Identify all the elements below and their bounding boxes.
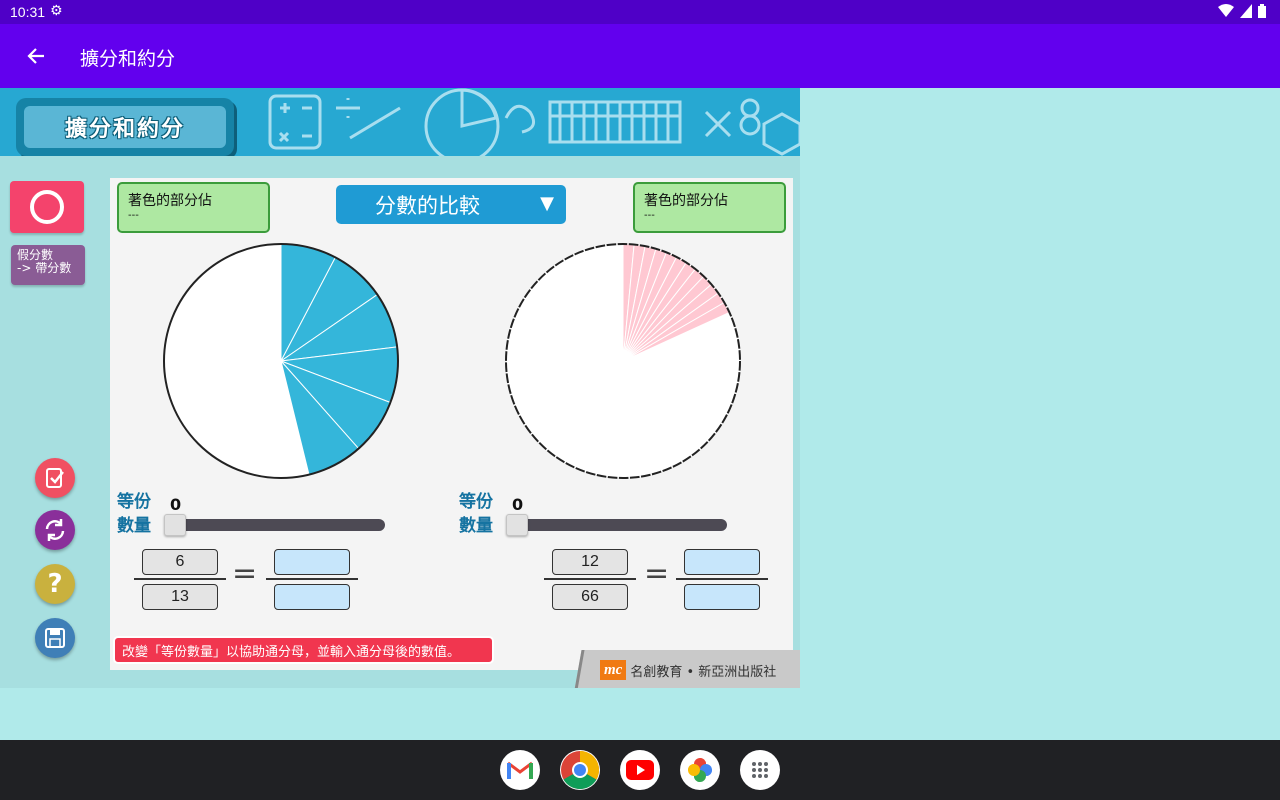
- youtube-icon[interactable]: [620, 750, 660, 790]
- right-parts-slider[interactable]: [510, 519, 727, 531]
- hint-message: 改變「等份數量」以協助通分母，並輸入通分母後的數值。: [113, 636, 494, 664]
- circle-mode-button[interactable]: [10, 181, 84, 233]
- left-new-numerator-input[interactable]: [274, 549, 350, 575]
- check-button[interactable]: [35, 458, 75, 498]
- chrome-icon[interactable]: [560, 750, 600, 790]
- left-estimate-label: 著色的部分佔: [128, 193, 212, 209]
- left-new-denominator-input[interactable]: [274, 584, 350, 610]
- activity-content: 擴分和約分 假分數 -> 帶分數 ? 著色的部分佔 --- 分數的比較 ▼ 著色…: [0, 88, 800, 688]
- left-slider-thumb[interactable]: [164, 514, 186, 536]
- back-button[interactable]: [18, 38, 54, 74]
- status-icons: [1218, 4, 1266, 18]
- right-estimate-value: ---: [644, 210, 655, 221]
- left-slider-value: 0: [170, 495, 182, 514]
- refresh-icon: [45, 519, 65, 541]
- gmail-icon[interactable]: [500, 750, 540, 790]
- right-fraction-bar: [544, 578, 636, 580]
- right-new-fraction-bar: [676, 578, 768, 580]
- banner-title: 擴分和約分: [64, 117, 185, 142]
- left-estimate-value: ---: [128, 210, 139, 221]
- right-estimate-box: 著色的部分佔 ---: [633, 182, 786, 233]
- math-decoration-icon: [268, 88, 800, 156]
- battery-icon: [1258, 4, 1266, 18]
- left-new-fraction-bar: [266, 578, 358, 580]
- right-denominator: 66: [552, 584, 628, 610]
- question-mark-icon: ?: [47, 569, 63, 599]
- circle-icon: [30, 190, 64, 224]
- publisher-credit: mc 名創教育 • 新亞洲出版社: [600, 660, 776, 680]
- left-equals-sign: =: [232, 556, 258, 591]
- signal-icon: [1240, 4, 1252, 18]
- taskbar: [0, 740, 1280, 800]
- status-time: 10:31: [10, 4, 46, 20]
- settings-gear-icon: ⚙: [50, 3, 63, 19]
- right-fraction-pie: [505, 243, 741, 479]
- left-numerator: 6: [142, 549, 218, 575]
- publisher-text: 名創教育 • 新亞洲出版社: [630, 664, 777, 680]
- dropdown-triangle-icon: ▼: [540, 193, 554, 214]
- left-denominator: 13: [142, 584, 218, 610]
- fraction-compare-panel: 著色的部分佔 --- 分數的比較 ▼ 著色的部分佔 --- 等份數量 0 等份數…: [110, 178, 793, 670]
- help-button[interactable]: ?: [35, 564, 75, 604]
- right-estimate-label: 著色的部分佔: [644, 193, 728, 209]
- app-title: 擴分和約分: [80, 48, 176, 70]
- app-drawer-icon[interactable]: [740, 750, 780, 790]
- right-slider-value: 0: [512, 495, 524, 514]
- back-arrow-icon: [27, 48, 44, 64]
- save-button[interactable]: [35, 618, 75, 658]
- left-fraction-bar: [134, 578, 226, 580]
- right-new-denominator-input[interactable]: [684, 584, 760, 610]
- banner: 擴分和約分: [0, 88, 800, 156]
- reset-button[interactable]: [35, 510, 75, 550]
- right-equals-sign: =: [644, 556, 670, 591]
- wifi-icon: [1218, 4, 1234, 17]
- left-slider-label: 等份數量: [117, 492, 151, 536]
- publisher-logo: mc: [600, 660, 627, 680]
- floppy-disk-icon: [45, 628, 65, 648]
- left-parts-slider[interactable]: [168, 519, 385, 531]
- mode-select[interactable]: 分數的比較 ▼: [336, 185, 566, 224]
- improper-to-mixed-button[interactable]: 假分數 -> 帶分數: [11, 245, 85, 285]
- app-bar: 擴分和約分: [0, 24, 1280, 88]
- mode-select-value: 分數的比較: [375, 193, 480, 218]
- right-numerator: 12: [552, 549, 628, 575]
- status-bar: 10:31 ⚙: [0, 0, 1280, 24]
- left-estimate-box: 著色的部分佔 ---: [117, 182, 270, 233]
- left-fraction-pie: [163, 243, 399, 479]
- photos-icon[interactable]: [680, 750, 720, 790]
- right-slider-label: 等份數量: [459, 492, 493, 536]
- right-slider-thumb[interactable]: [506, 514, 528, 536]
- banner-title-plate: 擴分和約分: [16, 98, 234, 156]
- clipboard-check-icon: [46, 468, 64, 488]
- right-new-numerator-input[interactable]: [684, 549, 760, 575]
